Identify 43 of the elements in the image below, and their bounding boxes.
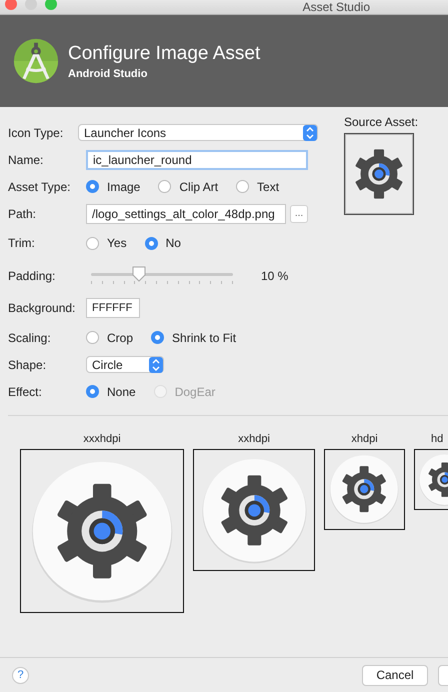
field-label: Asset Type:: [8, 180, 72, 194]
density-label: xxxhdpi: [83, 433, 121, 445]
browse-button[interactable]: ...: [290, 204, 308, 222]
zoom-icon[interactable]: [45, 0, 57, 10]
minimize-icon[interactable]: [25, 0, 37, 10]
density-label: hd: [430, 433, 444, 445]
dialog-subtitle: Android Studio: [68, 68, 148, 80]
field-label: Icon Type:: [8, 126, 64, 140]
radio-option[interactable]: Text: [236, 180, 280, 194]
dropdown[interactable]: Launcher Icons: [78, 124, 318, 141]
radio-option[interactable]: Image: [86, 180, 140, 194]
stepper-icon: [303, 124, 317, 140]
padding-value: 10 %: [261, 268, 288, 282]
field-label: Shape:: [8, 358, 48, 372]
radio-option[interactable]: Yes: [86, 236, 127, 250]
path-field[interactable]: /logo_settings_alt_color_48dp.png: [86, 204, 286, 224]
cancel-button[interactable]: Cancel: [362, 664, 428, 686]
field-label: Path:: [8, 206, 38, 220]
field-label: Name:: [8, 152, 44, 166]
radio-option[interactable]: None: [86, 384, 136, 398]
density-label: xhdpi: [351, 433, 378, 445]
source-asset-label: Source Asset:: [344, 115, 420, 129]
radio-option[interactable]: Shrink to Fit: [151, 330, 236, 344]
dialog-title: Configure Image Asset: [68, 42, 260, 64]
field-label: Scaling:: [8, 330, 52, 344]
help-button[interactable]: ?: [12, 666, 29, 684]
name-field[interactable]: ic_launcher_round: [86, 150, 308, 170]
color-field[interactable]: FFFFFF: [86, 298, 140, 318]
close-icon[interactable]: [5, 0, 17, 10]
radio-option[interactable]: No: [144, 236, 181, 250]
field-label: Effect:: [8, 384, 43, 398]
dropdown[interactable]: Circle: [86, 356, 164, 373]
window-title: Asset Studio: [302, 0, 370, 14]
stepper-icon: [149, 356, 163, 372]
compass-logo-icon: [12, 37, 60, 85]
density-label: xxhdpi: [238, 433, 270, 445]
field-label: Padding:: [8, 268, 56, 282]
radio-option[interactable]: Clip Art: [158, 180, 218, 194]
slider-thumb[interactable]: [132, 266, 146, 282]
radio-option[interactable]: Crop: [86, 330, 134, 344]
field-label: Background:: [8, 301, 76, 315]
field-label: Trim:: [8, 236, 36, 250]
padding-slider[interactable]: [91, 266, 233, 286]
